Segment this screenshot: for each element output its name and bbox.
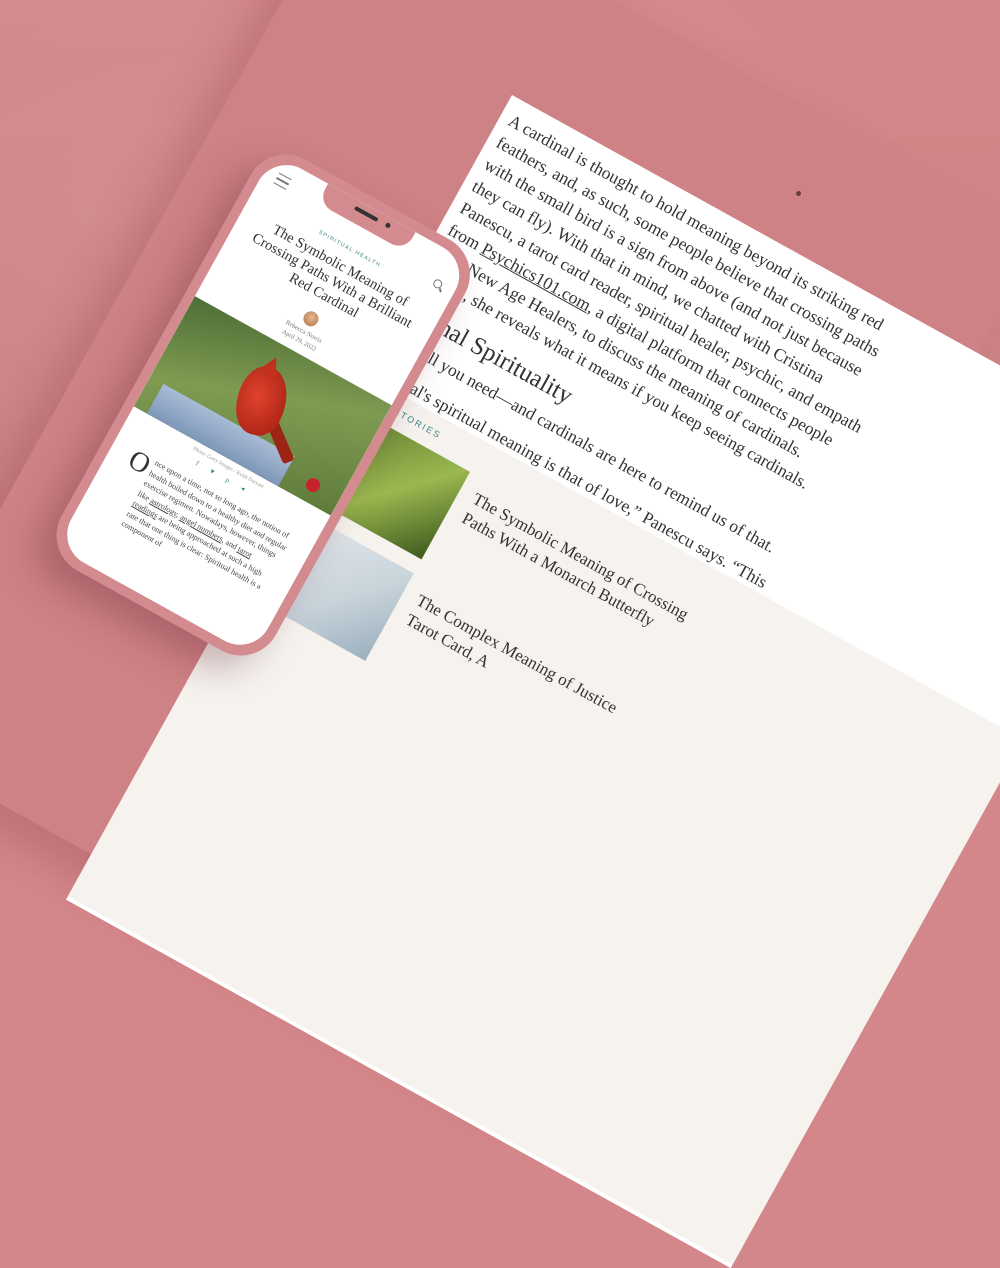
- search-icon[interactable]: [431, 277, 444, 290]
- pinterest-icon[interactable]: [303, 475, 323, 495]
- avatar: [300, 308, 322, 329]
- speaker-icon: [353, 205, 379, 222]
- menu-icon[interactable]: [273, 172, 292, 190]
- camera-icon: [384, 221, 392, 229]
